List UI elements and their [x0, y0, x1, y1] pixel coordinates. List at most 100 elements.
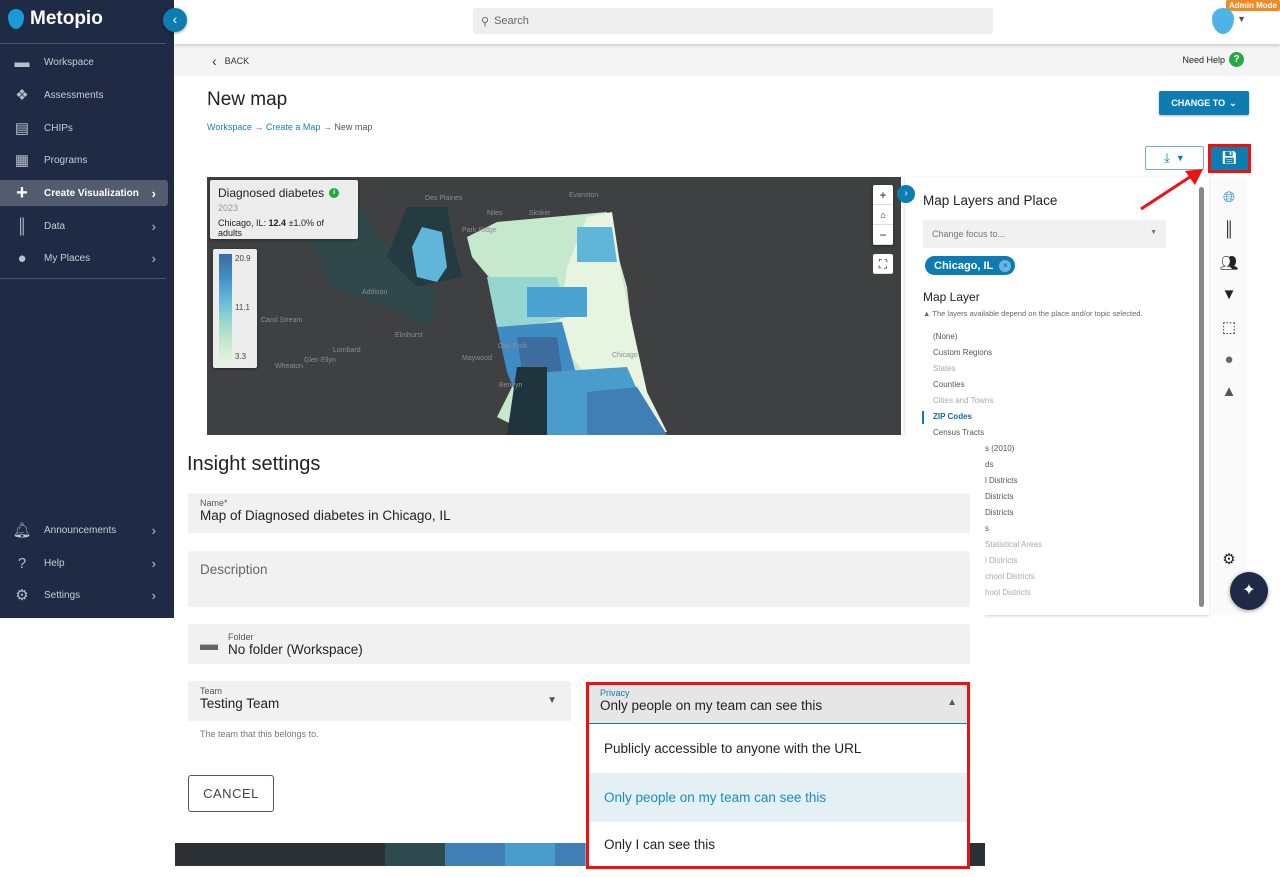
chevron-right-icon: ›	[151, 555, 156, 571]
layer-option[interactable]: s (2010)	[985, 444, 1014, 453]
privacy-value: Only people on my team can see this	[600, 698, 823, 713]
map-label: Carol Stream	[261, 317, 303, 324]
panel-title: Map Layers and Place	[923, 193, 1058, 208]
zoom-in-button[interactable]: +	[873, 185, 893, 205]
need-help-button[interactable]: Need Help?	[1182, 52, 1244, 67]
layer-option[interactable]: chool Districts	[985, 572, 1035, 581]
layer-option[interactable]: Statistical Areas	[985, 540, 1042, 549]
privacy-select[interactable]: Privacy Only people on my team can see t…	[589, 685, 967, 724]
sidebar-item-create-visualization[interactable]: + Create Visualization ›	[0, 180, 168, 206]
sidebar-item-data[interactable]: ║ Data ›	[0, 213, 168, 239]
sidebar-item-chips[interactable]: ▤ CHIPs	[0, 115, 168, 141]
layer-option[interactable]: hool Districts	[985, 588, 1031, 597]
divider	[0, 43, 166, 44]
layer-option[interactable]: Custom Regions	[933, 348, 992, 357]
filter-icon[interactable]: ▼	[1210, 286, 1248, 303]
map-label: Glen Ellyn	[304, 357, 336, 364]
sidebar-item-settings[interactable]: ⚙ Settings ›	[0, 582, 168, 608]
globe-icon[interactable]: 🌐︎	[1210, 189, 1248, 206]
panel-scrollbar[interactable]	[1199, 187, 1204, 607]
change-to-button[interactable]: CHANGE TO ⌄	[1159, 91, 1249, 115]
layer-option[interactable]: s	[985, 524, 989, 533]
question-icon: ?	[1229, 52, 1244, 67]
layer-option[interactable]: Districts	[985, 508, 1013, 517]
chevron-left-icon: ‹	[212, 53, 217, 69]
clipboard-icon: ▤	[14, 120, 30, 137]
layer-option[interactable]: ds	[985, 460, 993, 469]
team-select[interactable]: Team Testing Team ▼	[188, 681, 571, 721]
red-arrow-annotation	[1140, 169, 1203, 211]
caret-down-icon[interactable]: ▼	[1237, 14, 1246, 24]
place-chip[interactable]: Chicago, IL ×	[925, 256, 1016, 275]
search-input[interactable]: ⚲ Search	[473, 8, 993, 34]
sidebar: Metopio ▬ Workspace ❖ Assessments ▤ CHIPs ▦…	[0, 0, 174, 618]
home-button[interactable]: ⌂	[873, 205, 893, 225]
privacy-option-team[interactable]: Only people on my team can see this	[589, 773, 967, 822]
download-icon: ⤓	[1164, 150, 1170, 165]
floppy-disk-icon: 💾︎	[1221, 150, 1238, 165]
map-label: Wheaton	[275, 363, 304, 370]
pin-icon[interactable]: ●	[1210, 351, 1248, 368]
warning-icon: ▲	[923, 309, 931, 318]
breadcrumb-create-map[interactable]: Create a Map	[266, 122, 321, 132]
logo[interactable]: Metopio	[8, 8, 103, 30]
people-icon[interactable]: 👥︎	[1210, 254, 1248, 272]
collapse-sidebar-button[interactable]: ‹	[163, 8, 187, 32]
ai-assistant-button[interactable]: ✦	[1230, 572, 1268, 610]
shapes-icon[interactable]: ▲	[1210, 383, 1248, 400]
map[interactable]: Des Plaines Evanston Skokie Niles Park R…	[207, 177, 901, 435]
change-focus-select[interactable]: Change focus to... ▼	[923, 220, 1166, 248]
pin-icon: ●	[17, 249, 27, 267]
avatar[interactable]	[1212, 8, 1234, 34]
map-label: Berwyn	[499, 382, 523, 389]
selected-indicator	[922, 411, 924, 424]
chevron-right-icon: ›	[151, 185, 156, 201]
map-label: Elmhurst	[395, 332, 423, 339]
zoom-out-button[interactable]: −	[873, 225, 893, 245]
summary-place: Chicago, IL:	[218, 218, 269, 228]
fullscreen-button[interactable]: ⛶	[873, 254, 893, 274]
privacy-option-public[interactable]: Publicly accessible to anyone with the U…	[589, 724, 967, 773]
name-field[interactable]: Name* Map of Diagnosed diabetes in Chica…	[188, 493, 970, 533]
remove-chip-icon[interactable]: ×	[999, 259, 1012, 272]
expand-panel-button[interactable]: ›	[897, 185, 915, 203]
divider	[0, 278, 166, 279]
sidebar-item-assessments[interactable]: ❖ Assessments	[0, 82, 168, 108]
sidebar-item-help[interactable]: ? Help ›	[0, 550, 168, 576]
breadcrumb-current: New map	[334, 122, 373, 132]
sidebar-item-workspace[interactable]: ▬ Workspace	[0, 49, 168, 75]
map-label: Oak Park	[498, 343, 528, 350]
description-field[interactable]: Description	[188, 551, 970, 607]
layer-option[interactable]: l Districts	[985, 556, 1017, 565]
zip-region	[527, 287, 587, 317]
chevron-right-icon: ›	[151, 218, 156, 234]
assessment-icon: ❖	[15, 87, 29, 104]
plus-icon: +	[16, 181, 28, 204]
label: Create Visualization	[44, 187, 139, 199]
save-button[interactable]: 💾︎	[1208, 144, 1251, 173]
books-icon[interactable]: ║	[1210, 221, 1248, 238]
privacy-option-private[interactable]: Only I can see this	[589, 822, 967, 866]
map-label: Addison	[362, 289, 388, 296]
layer-option-selected[interactable]: ZIP Codes	[933, 412, 972, 421]
layer-option[interactable]: States	[933, 364, 956, 373]
layer-option[interactable]: l Districts	[985, 476, 1017, 485]
layer-option[interactable]: Districts	[985, 492, 1013, 501]
back-bar: ‹ BACK Need Help?	[174, 44, 1280, 76]
chevron-down-icon: ⌄	[1229, 97, 1237, 108]
sidebar-item-my-places[interactable]: ● My Places ›	[0, 245, 168, 271]
sidebar-item-announcements[interactable]: 🔔︎ Announcements ›	[0, 517, 168, 543]
layer-option[interactable]: Counties	[933, 380, 965, 389]
folder-field[interactable]: ▬ Folder No folder (Workspace)	[188, 624, 970, 664]
info-icon[interactable]: i	[329, 188, 340, 198]
label: Data	[44, 220, 66, 232]
gear-icon[interactable]: ⚙	[1210, 550, 1248, 568]
layer-option[interactable]: Cities and Towns	[933, 396, 993, 405]
back-button[interactable]: ‹ BACK	[212, 53, 249, 69]
layer-option[interactable]: (None)	[933, 332, 957, 341]
polygon-icon[interactable]: ⬚	[1210, 318, 1248, 336]
cancel-button[interactable]: CANCEL	[188, 775, 274, 812]
sidebar-item-programs[interactable]: ▦ Programs	[0, 147, 168, 173]
zoom-controls: + ⌂ −	[873, 185, 893, 245]
breadcrumb-workspace[interactable]: Workspace	[207, 122, 252, 132]
